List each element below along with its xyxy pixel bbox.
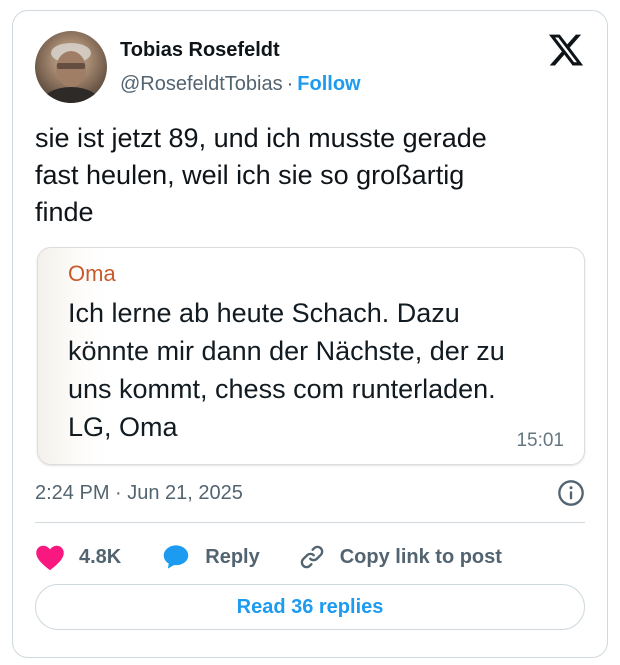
reply-label: Reply xyxy=(205,545,260,568)
tweet-text-line: fast heulen, weil ich sie so großartig xyxy=(35,160,465,190)
x-logo-icon[interactable] xyxy=(547,31,585,69)
message-time: 15:01 xyxy=(516,430,564,451)
avatar[interactable] xyxy=(35,31,107,103)
link-icon xyxy=(298,543,326,571)
follow-link[interactable]: Follow xyxy=(297,73,360,95)
tweet-text-line: finde xyxy=(35,197,94,227)
like-button[interactable]: 4.8K xyxy=(35,543,121,571)
tweet-text-line: sie ist jetzt 89, und ich musste gerade xyxy=(35,123,487,153)
tweet-card: Tobias Rosefeldt @RosefeldtTobias · Follow… xyxy=(12,10,608,658)
separator-dot: · xyxy=(286,73,294,95)
author-handle[interactable]: @RosefeldtTobias xyxy=(120,73,283,95)
copy-link-button[interactable]: Copy link to post xyxy=(298,543,502,571)
divider xyxy=(35,522,585,523)
message-sender: Oma xyxy=(68,261,116,286)
tweet-text: sie ist jetzt 89, und ich musste gerade … xyxy=(35,120,575,231)
author-handle-row: @RosefeldtTobias · Follow xyxy=(120,72,361,96)
message-line: Ich lerne ab heute Schach. Dazu xyxy=(68,298,460,328)
read-replies-button[interactable]: Read 36 replies xyxy=(35,584,585,630)
heart-icon xyxy=(35,543,65,571)
copy-link-label: Copy link to post xyxy=(339,545,502,568)
speech-bubble-icon xyxy=(161,543,191,571)
info-icon[interactable] xyxy=(557,479,585,507)
like-count: 4.8K xyxy=(79,545,122,568)
author-name[interactable]: Tobias Rosefeldt xyxy=(120,38,280,62)
tweet-timestamp[interactable]: 2:24 PM · Jun 21, 2025 xyxy=(35,481,243,505)
message-line: uns kommt, chess com runterladen. xyxy=(68,374,496,404)
reply-button[interactable]: Reply xyxy=(161,543,260,571)
quoted-message-image[interactable]: Oma Ich lerne ab heute Schach. Dazu könn… xyxy=(37,247,585,465)
action-bar: 4.8K Reply Copy link to post xyxy=(35,539,502,575)
message-line: LG, Oma xyxy=(68,412,178,442)
message-body: Ich lerne ab heute Schach. Dazu könnte m… xyxy=(68,294,573,446)
message-line: könnte mir dann der Nächste, der zu xyxy=(68,336,505,366)
